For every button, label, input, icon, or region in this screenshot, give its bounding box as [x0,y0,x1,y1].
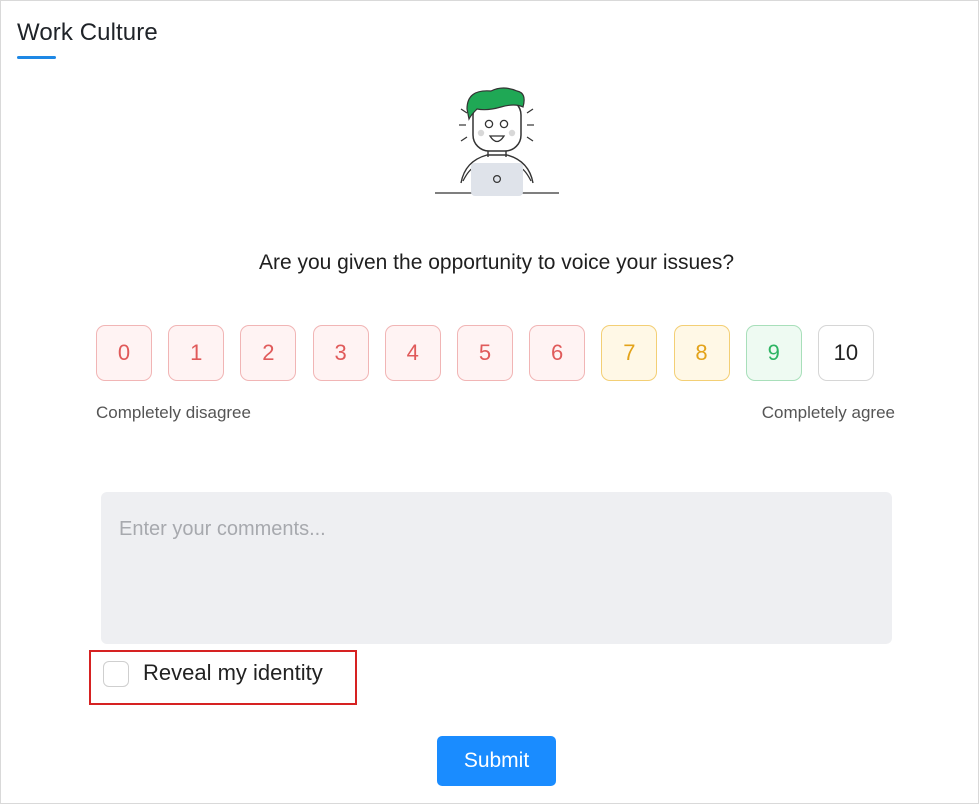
reveal-identity-label[interactable]: Reveal my identity [143,660,323,686]
scale-max-label: Completely agree [761,403,895,422]
rating-option-0[interactable]: 0 [96,325,152,381]
rating-option-4[interactable]: 4 [384,325,441,381]
page-title: Work Culture [17,19,158,46]
rating-option-1[interactable]: 1 [168,325,225,381]
happy-person-with-laptop-illustration [435,87,559,196]
rating-scale: 0 1 2 3 4 5 6 7 8 9 10 [96,325,874,381]
rating-option-9[interactable]: 9 [745,325,802,381]
rating-option-8[interactable]: 8 [673,325,730,381]
rating-option-7[interactable]: 7 [601,325,658,381]
scale-min-label: Completely disagree [96,403,251,422]
survey-card: Work Culture Are you given the opportuni… [0,0,979,804]
rating-option-10[interactable]: 10 [817,325,874,381]
comments-field[interactable] [101,492,892,644]
survey-question: Are you given the opportunity to voice y… [258,251,735,274]
submit-button[interactable]: Submit [437,736,556,786]
rating-option-5[interactable]: 5 [456,325,513,381]
rating-option-3[interactable]: 3 [312,325,369,381]
reveal-identity-checkbox[interactable] [103,661,129,687]
title-underline [17,56,56,59]
rating-option-2[interactable]: 2 [240,325,297,381]
rating-option-6[interactable]: 6 [529,325,586,381]
